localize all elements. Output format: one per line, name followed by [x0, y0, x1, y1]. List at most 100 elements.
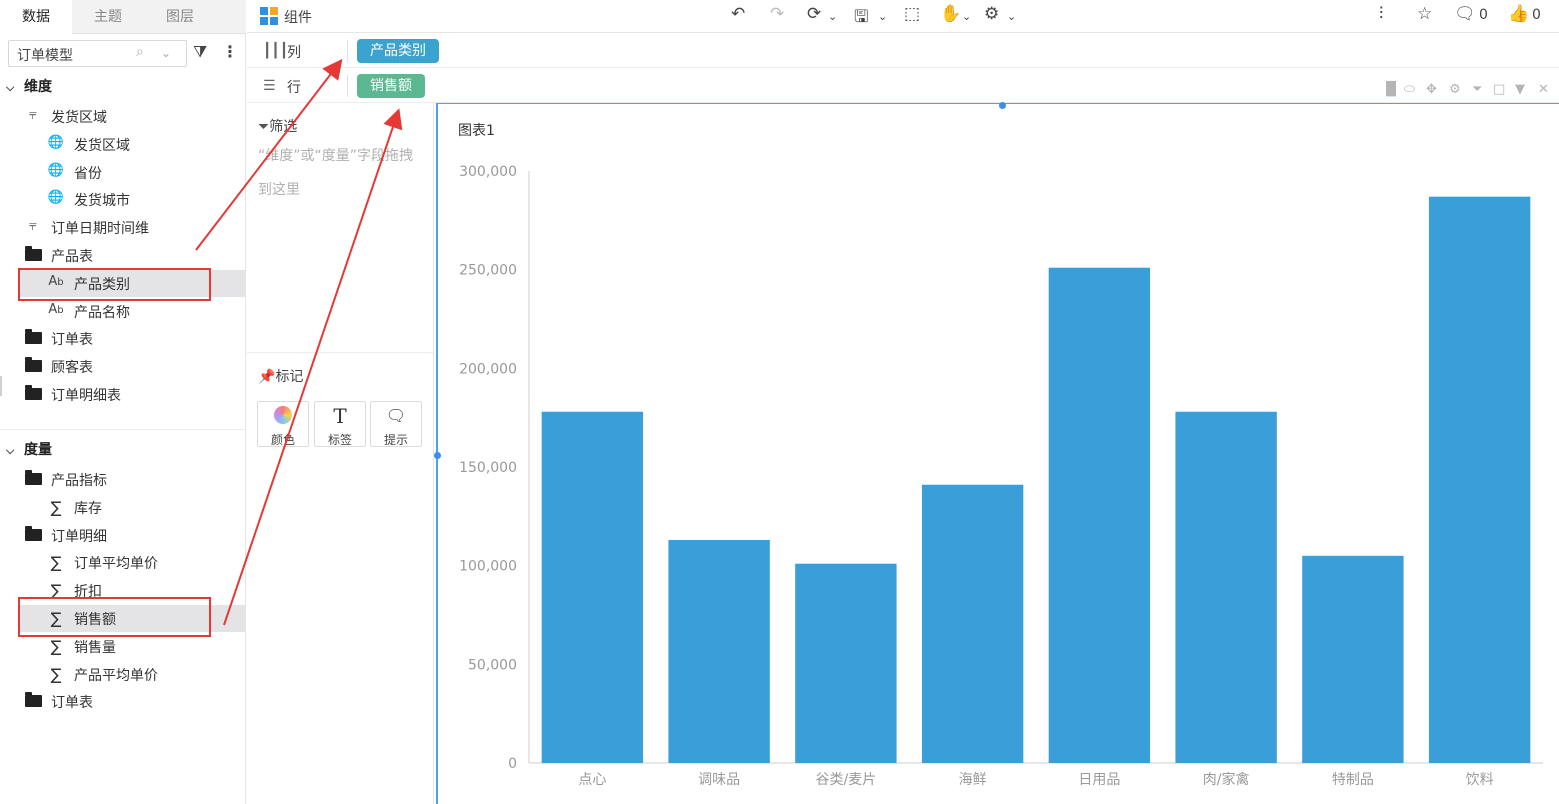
- tooltip-button[interactable]: 🗨 提示: [370, 401, 422, 447]
- tree-item[interactable]: ∑ 库存: [0, 494, 245, 521]
- tree-item-label: 产品平均单价: [74, 667, 158, 684]
- scrollbar[interactable]: [0, 376, 2, 396]
- measure-header[interactable]: ⌵ 度量: [6, 439, 52, 461]
- tab-layers[interactable]: 图层: [144, 0, 216, 34]
- like-icon[interactable]: 👍: [1508, 4, 1529, 24]
- y-tick-label: 300,000: [459, 164, 517, 180]
- model-select[interactable]: 订单模型 ⌕ ⌄: [8, 40, 187, 67]
- tree-item-label: 订单明细表: [51, 388, 121, 404]
- color-icon: [258, 404, 308, 429]
- maximize-icon[interactable]: □: [1493, 82, 1505, 97]
- search-icon[interactable]: ⌕: [136, 44, 144, 60]
- bar-chart: 0 50,000 100,000 150,000 200,000 250,000 300,0…: [459, 164, 1543, 788]
- component-icon[interactable]: [260, 7, 279, 26]
- tab-data[interactable]: 数据: [0, 0, 72, 35]
- rows-icon: ☰: [263, 78, 276, 94]
- folder-icon: [23, 692, 43, 710]
- tree-item[interactable]: 🌐 发货城市: [0, 186, 245, 213]
- sigma-icon: ∑: [50, 664, 62, 684]
- chart-type-icon[interactable]: ▐▌: [1381, 82, 1401, 97]
- star-icon[interactable]: ☆: [1417, 4, 1432, 24]
- tree-item[interactable]: 🌐 发货区域: [0, 131, 245, 158]
- settings-icon[interactable]: ⚙: [984, 4, 999, 24]
- bar: [795, 563, 897, 763]
- chevron-down-icon[interactable]: ⌄: [878, 10, 887, 23]
- row-pill[interactable]: 销售额: [357, 74, 425, 98]
- x-tick-label: 海鲜: [959, 772, 987, 788]
- chevron-down-icon[interactable]: ⌄: [828, 10, 837, 23]
- filter-settings-icon[interactable]: ⧩: [193, 42, 207, 62]
- comment-icon[interactable]: 🗨: [1454, 4, 1476, 24]
- tree-item[interactable]: ∑ 产品平均单价: [0, 661, 245, 688]
- sigma-icon: ∑: [50, 553, 62, 573]
- pin-icon: 📌: [258, 369, 276, 385]
- refresh-icon[interactable]: ⟳: [807, 4, 821, 24]
- tree-item-label: 发货城市: [74, 193, 130, 210]
- tree-item[interactable]: Ab 产品名称: [0, 298, 245, 325]
- folder-icon: [23, 329, 43, 347]
- tree-item-label: 订单表: [51, 695, 93, 712]
- link-icon[interactable]: ⬭: [1404, 82, 1415, 97]
- preview-icon[interactable]: ⬚: [904, 4, 920, 24]
- tree-item-label: 销售量: [74, 639, 116, 656]
- dimension-header[interactable]: ⌵ 维度: [6, 76, 52, 98]
- like-count: 0: [1532, 7, 1541, 23]
- close-icon[interactable]: ✕: [1538, 82, 1549, 97]
- bar: [921, 484, 1024, 763]
- label-button[interactable]: T 标签: [314, 401, 366, 447]
- column-shelf[interactable]: ┃┃┃ 列 产品类别: [247, 34, 1559, 68]
- undo-icon[interactable]: ↶: [731, 4, 745, 24]
- filter-drop-hint[interactable]: “维度”或“度量”字段拖拽到这里: [258, 139, 423, 207]
- x-tick-label: 特制品: [1332, 772, 1374, 788]
- tooltip-label: 提示: [383, 433, 408, 447]
- tree-item[interactable]: 订单明细表: [0, 381, 245, 408]
- tree-item[interactable]: 顾客表: [0, 353, 245, 380]
- tree-item[interactable]: 订单明细: [0, 522, 245, 549]
- move-icon[interactable]: ✥: [1426, 82, 1437, 97]
- chevron-down-icon[interactable]: ⌄: [1007, 10, 1016, 23]
- tree-item[interactable]: 产品指标: [0, 466, 245, 493]
- y-tick-label: 100,000: [459, 559, 517, 575]
- globe-icon: 🌐: [47, 134, 65, 150]
- component-label[interactable]: 组件: [284, 7, 312, 27]
- tree-item[interactable]: ⫧ 发货区域: [0, 103, 245, 130]
- bar: [1048, 267, 1151, 763]
- y-tick-label: 250,000: [459, 263, 517, 279]
- globe-icon: 🌐: [47, 162, 65, 178]
- tree-item-label: 订单平均单价: [74, 556, 158, 573]
- folder-icon: [23, 357, 43, 375]
- chevron-down-icon[interactable]: ⌄: [161, 46, 171, 60]
- tab-theme[interactable]: 主题: [72, 0, 144, 34]
- text-icon: T: [333, 404, 347, 428]
- chart-component[interactable]: 图表1 0 50,000 100,000 150,000 200,000 250,000 3…: [436, 103, 1559, 804]
- tree-item[interactable]: 订单表: [0, 688, 245, 715]
- x-tick-label: 肉/家禽: [1203, 771, 1250, 788]
- hand-icon[interactable]: ✋: [940, 4, 961, 24]
- chevron-down-icon[interactable]: ⌄: [962, 10, 971, 23]
- x-tick-label: 谷类/麦片: [816, 772, 877, 788]
- filter-icon[interactable]: ⏷: [1472, 82, 1482, 97]
- tree-item[interactable]: 订单表: [0, 325, 245, 352]
- redo-icon[interactable]: ↷: [770, 4, 784, 24]
- more-icon[interactable]: ⋮: [222, 42, 238, 61]
- highlight-box-product-category: [18, 268, 211, 301]
- x-tick-label: 调味品: [698, 772, 740, 788]
- resize-handle-left[interactable]: [434, 452, 441, 459]
- tree-item[interactable]: ∑ 订单平均单价: [0, 549, 245, 576]
- color-button[interactable]: 颜色: [257, 401, 309, 447]
- resize-handle-top[interactable]: [999, 102, 1006, 109]
- settings-icon[interactable]: ⚙: [1449, 82, 1461, 97]
- row-shelf[interactable]: ☰ 行 销售额: [247, 69, 1559, 103]
- column-pill[interactable]: 产品类别: [357, 39, 439, 63]
- tree-item[interactable]: 产品表: [0, 242, 245, 269]
- save-icon[interactable]: 🖫: [854, 4, 868, 33]
- tree-item-label: 订单明细: [51, 528, 107, 545]
- x-tick-label: 饮料: [1466, 772, 1494, 788]
- tree-item[interactable]: ⫧ 订单日期时间维: [0, 214, 245, 241]
- tree-item-label: 省份: [74, 165, 102, 182]
- share-icon[interactable]: ⫶: [1379, 4, 1383, 24]
- dropdown-icon[interactable]: ▼: [1515, 82, 1525, 97]
- tree-item[interactable]: 🌐 省份: [0, 159, 245, 186]
- left-tab-bar: 数据 主题 图层: [0, 0, 246, 35]
- tree-item-label: 发货区域: [74, 137, 130, 154]
